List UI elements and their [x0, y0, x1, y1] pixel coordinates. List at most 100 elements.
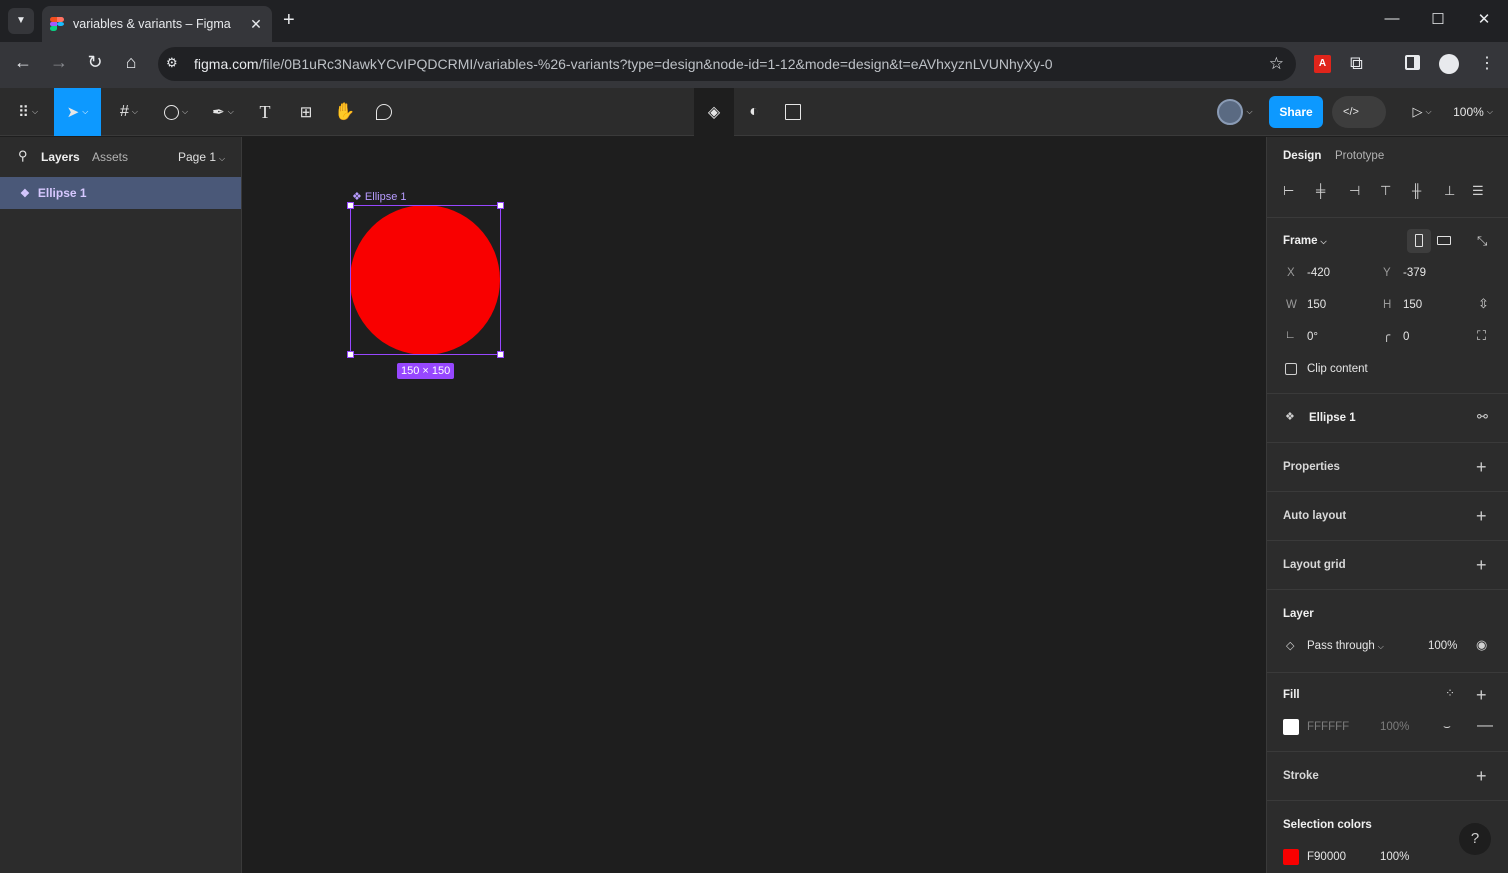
portrait-icon[interactable] — [1407, 229, 1431, 253]
back-icon[interactable]: ← — [9, 52, 37, 73]
search-icon[interactable]: ⚲ — [18, 148, 28, 164]
fill-hex-input[interactable]: FFFFFF — [1307, 721, 1349, 733]
hidden-eye-icon[interactable]: ⌣ — [1443, 719, 1451, 734]
add-stroke-icon[interactable]: + — [1476, 767, 1487, 785]
close-tab-icon[interactable]: ✕ — [248, 16, 264, 33]
landscape-icon[interactable] — [1437, 236, 1451, 245]
align-horizontal-center-icon[interactable]: ╪ — [1316, 183, 1325, 198]
move-tool-button[interactable]: ➤ ⌵ — [54, 88, 101, 136]
help-button[interactable]: ? — [1459, 823, 1491, 855]
add-property-icon[interactable]: + — [1476, 458, 1487, 476]
maximize-window-icon[interactable]: ☐ — [1415, 10, 1461, 28]
y-input[interactable]: -379 — [1403, 267, 1426, 279]
theme-toggle-button[interactable]: ◐ — [740, 88, 768, 136]
frame-label[interactable]: ❖ Ellipse 1 — [352, 190, 407, 203]
design-panel: Design Prototype ⊢ ╪ ⊣ ⊤ ╫ ⊥ ☰ Frame ⌵ ⤡ … — [1266, 137, 1508, 873]
page-name: Page 1 — [178, 150, 217, 164]
fill-swatch[interactable] — [1283, 719, 1299, 735]
add-layout-grid-icon[interactable]: + — [1476, 556, 1487, 574]
resize-handle-bottom-right[interactable] — [497, 351, 504, 358]
independent-corners-icon[interactable]: ⛶ — [1477, 328, 1486, 344]
url-path: /file/0B1uRc3NawkYCvIPQDCRMI/variables-%… — [258, 56, 1053, 72]
new-tab-icon[interactable]: + — [283, 9, 295, 32]
resize-to-fit-icon[interactable]: ⤡ — [1477, 233, 1487, 249]
align-left-icon[interactable]: ⊢ — [1283, 183, 1294, 199]
minimize-window-icon[interactable]: — — [1369, 10, 1415, 27]
tab-title: variables & variants – Figma — [73, 17, 231, 31]
text-tool-button[interactable]: T — [252, 88, 278, 136]
instance-settings-icon[interactable]: ⚯ — [1477, 409, 1488, 425]
align-top-icon[interactable]: ⊤ — [1380, 183, 1391, 199]
blend-mode-dropdown[interactable]: Pass through ⌵ — [1307, 640, 1384, 652]
resources-tool-button[interactable]: ⊞ — [292, 88, 320, 136]
extensions-icon[interactable]: ⧉ — [1350, 53, 1363, 74]
fill-section-title: Fill — [1283, 689, 1300, 701]
radius-input[interactable]: 0 — [1403, 331, 1409, 343]
bookmark-star-icon[interactable]: ☆ — [1269, 54, 1284, 74]
shape-tool-button[interactable]: ⌵ — [156, 88, 196, 136]
clip-content-checkbox[interactable] — [1285, 363, 1297, 375]
resize-handle-top-left[interactable] — [347, 202, 354, 209]
home-icon[interactable]: ⌂ — [117, 52, 145, 73]
zoom-dropdown[interactable]: 100% ⌵ — [1448, 88, 1498, 136]
layer-section-title: Layer — [1283, 608, 1314, 620]
user-avatar-button[interactable]: ⌵ — [1210, 88, 1260, 136]
add-fill-icon[interactable]: + — [1476, 686, 1487, 704]
layer-row[interactable]: ❖ Ellipse 1 — [0, 177, 241, 209]
w-input[interactable]: 150 — [1307, 299, 1326, 311]
comment-tool-button[interactable] — [370, 88, 398, 136]
address-bar[interactable]: ⚙ figma.com/file/0B1uRc3NawkYCvIPQDCRMI/… — [158, 47, 1296, 81]
dev-mode-toggle[interactable]: </> — [1332, 96, 1386, 128]
h-input[interactable]: 150 — [1403, 299, 1422, 311]
page-selector[interactable]: Page 1 ⌵ — [178, 150, 225, 164]
crop-button[interactable] — [779, 88, 807, 136]
tab-search-button[interactable]: ▼ — [8, 8, 34, 34]
close-window-icon[interactable]: ✕ — [1461, 10, 1507, 28]
fill-opacity-input[interactable]: 100% — [1380, 721, 1409, 733]
add-auto-layout-icon[interactable]: + — [1476, 507, 1487, 525]
align-right-icon[interactable]: ⊣ — [1349, 183, 1360, 199]
tab-design[interactable]: Design — [1283, 150, 1321, 162]
styles-grid-icon[interactable]: ⁘ — [1445, 686, 1455, 700]
constrain-proportions-icon[interactable]: ⇳ — [1478, 296, 1489, 312]
frame-section-title[interactable]: Frame ⌵ — [1283, 235, 1327, 247]
component-name[interactable]: Ellipse 1 — [1309, 412, 1356, 424]
share-button[interactable]: Share — [1269, 96, 1323, 128]
canvas[interactable]: ❖ Ellipse 1 150 × 150 — [242, 137, 1266, 873]
frame-tool-button[interactable]: # ⌵ — [109, 88, 149, 136]
resize-handle-bottom-left[interactable] — [347, 351, 354, 358]
resize-handle-top-right[interactable] — [497, 202, 504, 209]
tab-layers[interactable]: Layers — [41, 150, 80, 164]
remove-fill-icon[interactable]: — — [1477, 717, 1493, 735]
profile-avatar-icon[interactable] — [1439, 54, 1459, 74]
selection-color-opacity[interactable]: 100% — [1380, 851, 1409, 863]
layer-opacity-input[interactable]: 100% — [1428, 640, 1457, 652]
selection-color-swatch[interactable] — [1283, 849, 1299, 865]
present-button[interactable]: ▷ ⌵ — [1403, 88, 1441, 136]
distribute-icon[interactable]: ☰ — [1472, 183, 1484, 199]
hand-tool-button[interactable]: ✋ — [331, 88, 359, 136]
component-button[interactable]: ◈ — [694, 88, 734, 136]
resources-icon: ⊞ — [299, 104, 313, 121]
main-menu-button[interactable]: ⠿ ⌵ — [8, 88, 48, 136]
pen-tool-button[interactable]: ✒ ⌵ — [203, 88, 243, 136]
align-vertical-center-icon[interactable]: ╫ — [1412, 183, 1421, 198]
contrast-icon: ◐ — [749, 103, 759, 120]
reload-icon[interactable]: ↻ — [81, 52, 109, 73]
tab-prototype[interactable]: Prototype — [1335, 150, 1384, 162]
browser-menu-icon[interactable]: ⋮ — [1479, 53, 1495, 73]
tab-assets[interactable]: Assets — [92, 150, 128, 164]
site-info-icon[interactable]: ⚙ — [166, 55, 178, 71]
selection-color-hex[interactable]: F90000 — [1307, 851, 1346, 863]
rotation-input[interactable]: 0° — [1307, 331, 1318, 343]
x-input[interactable]: -420 — [1307, 267, 1330, 279]
forward-icon[interactable]: → — [45, 52, 73, 73]
browser-tab[interactable]: variables & variants – Figma ✕ — [42, 6, 272, 42]
pdf-extension-icon[interactable]: A — [1314, 55, 1331, 73]
code-icon: </> — [1343, 106, 1359, 118]
side-panel-icon[interactable] — [1405, 55, 1420, 70]
eye-icon[interactable]: ◉ — [1476, 637, 1487, 653]
stroke-section-title: Stroke — [1283, 770, 1319, 782]
selection-box[interactable] — [347, 202, 504, 358]
align-bottom-icon[interactable]: ⊥ — [1444, 183, 1455, 199]
